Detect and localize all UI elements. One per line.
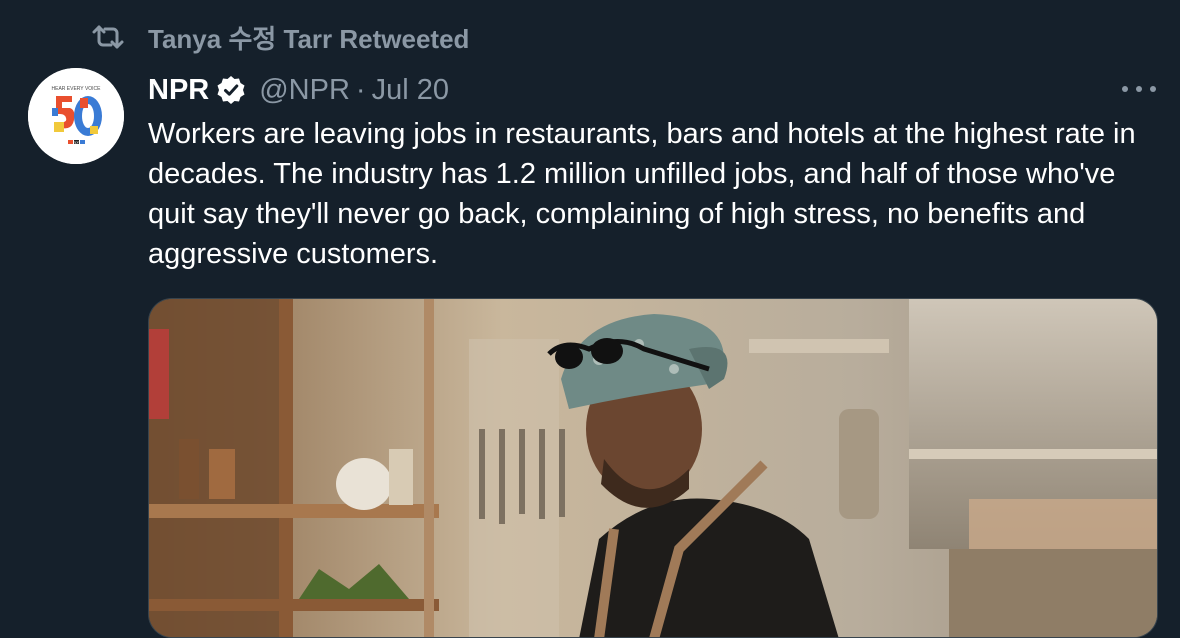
avatar-badge: npr [73,140,79,145]
avatar[interactable]: HEAR EVERY VOICE npr [28,68,124,164]
retweet-icon [90,23,126,51]
tweet-header: NPR @NPR · Jul 20 [148,70,449,110]
avatar-tagline: HEAR EVERY VOICE [52,86,102,92]
tweet-photo[interactable] [148,298,1158,638]
tweet-text: Workers are leaving jobs in restaurants,… [148,118,1136,270]
photo-chef-in-kitchen [149,299,1157,637]
retweet-context: Tanya 수정 Tarr Retweeted [90,20,469,54]
retweeted-by-text[interactable]: Tanya 수정 Tarr Retweeted [148,19,469,56]
tweet-date[interactable]: Jul 20 [372,74,449,107]
verified-badge-icon [215,74,247,106]
more-options-icon[interactable] [1122,76,1156,102]
separator-dot: · [355,73,366,106]
display-name[interactable]: NPR [148,74,209,107]
tweet[interactable]: Tanya 수정 Tarr Retweeted HEAR EVERY VOICE… [0,0,1180,638]
author-handle[interactable]: @NPR [259,74,350,107]
